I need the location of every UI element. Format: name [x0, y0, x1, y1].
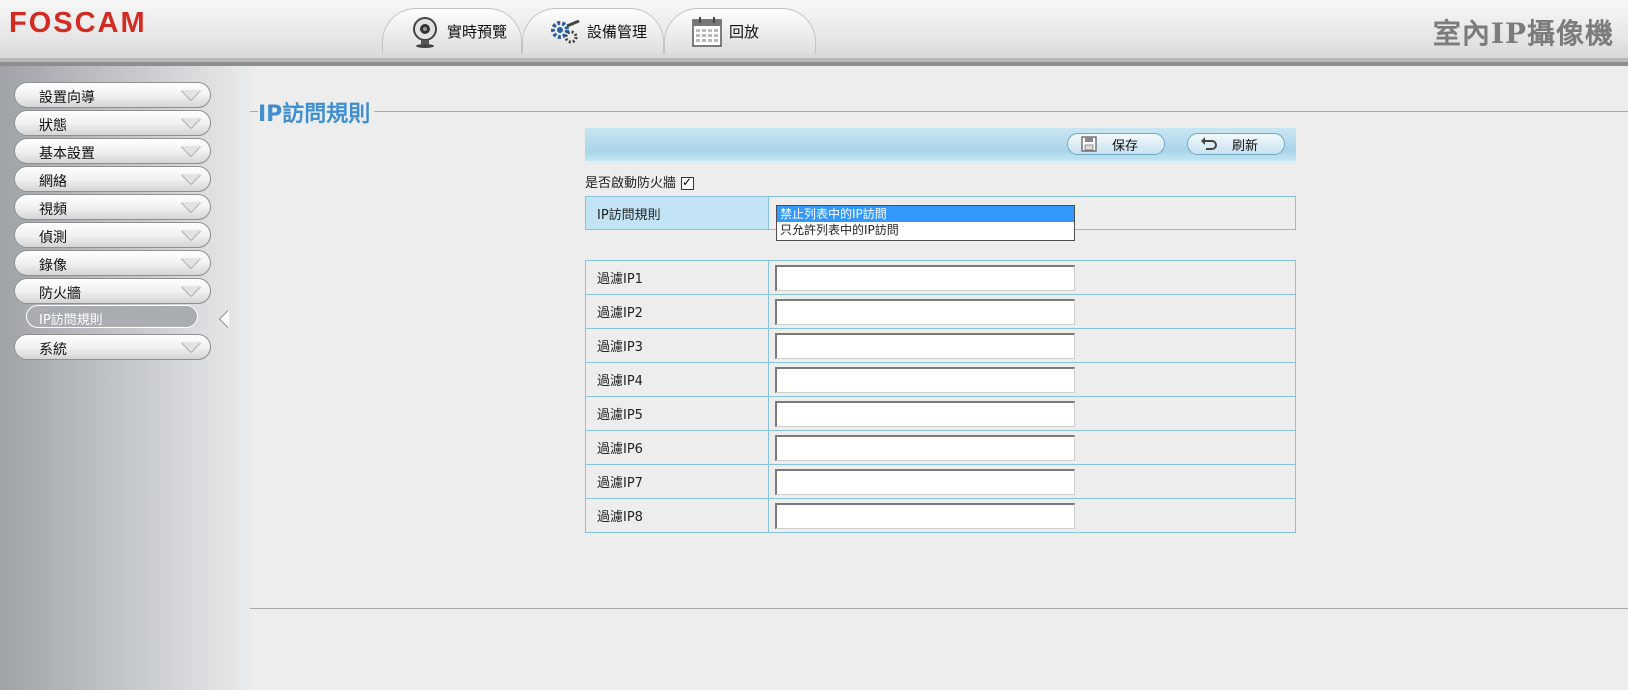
- gears-icon: [549, 16, 581, 48]
- tab-live-view[interactable]: 實時預覽: [382, 8, 522, 54]
- action-toolbar: 保存 刷新: [585, 128, 1296, 164]
- sidebar-item-network[interactable]: 網絡: [14, 166, 211, 192]
- sidebar-item-label: 設置向導: [39, 90, 95, 106]
- sidebar-item-label: 系統: [39, 342, 67, 358]
- tab-device-management[interactable]: 設備管理: [522, 8, 664, 54]
- filter-ip-cell: [768, 464, 1296, 499]
- tab-playback[interactable]: 回放: [664, 8, 816, 54]
- chevron-down-icon: [181, 174, 201, 184]
- sidebar-subitem-label: IP訪問規則: [39, 313, 103, 328]
- chevron-down-icon: [181, 230, 201, 240]
- sidebar-item-label: 偵測: [39, 230, 67, 246]
- sidebar-item-basic-settings[interactable]: 基本設置: [14, 138, 211, 164]
- table-row: 過濾IP4: [585, 362, 1296, 397]
- filter-ip-8-input[interactable]: [775, 502, 1075, 529]
- chevron-down-icon: [181, 286, 201, 296]
- save-button[interactable]: 保存: [1067, 133, 1165, 155]
- floppy-disk-icon: [1080, 135, 1098, 153]
- table-row: 過濾IP3: [585, 328, 1296, 363]
- sidebar-item-setup-wizard[interactable]: 設置向導: [14, 82, 211, 108]
- filter-ip-label: 過濾IP2: [585, 294, 769, 329]
- filter-ip-label: 過濾IP4: [585, 362, 769, 397]
- table-row: 過濾IP8: [585, 498, 1296, 533]
- webcam-icon: [409, 16, 441, 48]
- tab-device-management-label: 設備管理: [587, 23, 648, 41]
- table-row: 過濾IP5: [585, 396, 1296, 431]
- filter-ip-label: 過濾IP5: [585, 396, 769, 431]
- enable-firewall-label: 是否啟動防火牆: [585, 176, 677, 191]
- chevron-down-icon: [181, 342, 201, 352]
- filter-ip-5-input[interactable]: [775, 400, 1075, 427]
- undo-arrow-icon: [1200, 135, 1218, 153]
- filter-ip-4-input[interactable]: [775, 366, 1075, 393]
- ip-rule-dropdown[interactable]: 禁止列表中的IP訪問 只允許列表中的IP訪問: [776, 205, 1075, 241]
- table-row: 過濾IP2: [585, 294, 1296, 329]
- sidebar-item-firewall[interactable]: 防火牆: [14, 278, 211, 304]
- filter-ip-1-input[interactable]: [775, 264, 1075, 291]
- ip-rule-option-deny[interactable]: 禁止列表中的IP訪問: [777, 206, 1074, 222]
- table-row: 過濾IP6: [585, 430, 1296, 465]
- sidebar-item-status[interactable]: 狀態: [14, 110, 211, 136]
- filter-ip-7-input[interactable]: [775, 468, 1075, 495]
- save-button-label: 保存: [1111, 138, 1138, 154]
- main-content: IP訪問規則 保存 刷新 是否啟動防火牆 ✓ IP訪問規則 過濾IP1 過濾IP…: [250, 66, 1628, 609]
- top-header: FOSCAM 實時預覽 設備管理 回放 室內IP攝像機: [0, 0, 1628, 66]
- sidebar-item-label: 防火牆: [39, 286, 81, 302]
- filter-ip-6-input[interactable]: [775, 434, 1075, 461]
- sidebar-item-detection[interactable]: 偵測: [14, 222, 211, 248]
- filter-ip-table: 過濾IP1 過濾IP2 過濾IP3 過濾IP4 過濾IP5 過濾IP6 過濾IP…: [585, 260, 1296, 533]
- calendar-icon: [691, 16, 723, 48]
- chevron-down-icon: [181, 118, 201, 128]
- foscam-logo: FOSCAM: [9, 7, 147, 39]
- ip-rule-label: IP訪問規則: [585, 196, 769, 230]
- sidebar-item-label: 狀態: [39, 118, 67, 134]
- sidebar-item-label: 錄像: [39, 258, 67, 274]
- active-pointer-icon: [220, 310, 229, 328]
- filter-ip-cell: [768, 294, 1296, 329]
- filter-ip-cell: [768, 260, 1296, 295]
- filter-ip-2-input[interactable]: [775, 298, 1075, 325]
- chevron-down-icon: [181, 258, 201, 268]
- table-row: 過濾IP7: [585, 464, 1296, 499]
- refresh-button[interactable]: 刷新: [1187, 133, 1285, 155]
- sidebar-item-label: 網絡: [39, 174, 67, 190]
- chevron-down-icon: [181, 146, 201, 156]
- filter-ip-label: 過濾IP7: [585, 464, 769, 499]
- tab-playback-label: 回放: [729, 23, 760, 41]
- filter-ip-cell: [768, 396, 1296, 431]
- enable-firewall-row: 是否啟動防火牆: [585, 172, 695, 191]
- chevron-down-icon: [181, 202, 201, 212]
- table-row: 過濾IP1: [585, 260, 1296, 295]
- page-title: IP訪問規則: [258, 96, 375, 128]
- sidebar-item-system[interactable]: 系統: [14, 334, 211, 360]
- filter-ip-label: 過濾IP8: [585, 498, 769, 533]
- filter-ip-3-input[interactable]: [775, 332, 1075, 359]
- sidebar: 設置向導 狀態 基本設置 網絡 視頻 偵測 錄像 防火牆 IP訪問規則 系統: [0, 66, 250, 690]
- enable-firewall-checkbox[interactable]: [681, 175, 695, 190]
- sidebar-item-label: 基本設置: [39, 146, 95, 162]
- filter-ip-label: 過濾IP3: [585, 328, 769, 363]
- chevron-down-icon: [181, 90, 201, 100]
- ip-rule-option-allow[interactable]: 只允許列表中的IP訪問: [777, 222, 1074, 238]
- filter-ip-cell: [768, 362, 1296, 397]
- sidebar-subitem-ip-access-rule[interactable]: IP訪問規則: [26, 305, 198, 328]
- sidebar-item-record[interactable]: 錄像: [14, 250, 211, 276]
- filter-ip-cell: [768, 328, 1296, 363]
- filter-ip-cell: [768, 430, 1296, 465]
- section-divider: [250, 111, 1628, 112]
- refresh-button-label: 刷新: [1231, 138, 1258, 154]
- product-title: 室內IP攝像機: [1432, 17, 1614, 50]
- tab-live-view-label: 實時預覽: [447, 23, 508, 41]
- filter-ip-label: 過濾IP1: [585, 260, 769, 295]
- filter-ip-label: 過濾IP6: [585, 430, 769, 465]
- sidebar-item-video[interactable]: 視頻: [14, 194, 211, 220]
- sidebar-item-label: 視頻: [39, 202, 67, 218]
- filter-ip-cell: [768, 498, 1296, 533]
